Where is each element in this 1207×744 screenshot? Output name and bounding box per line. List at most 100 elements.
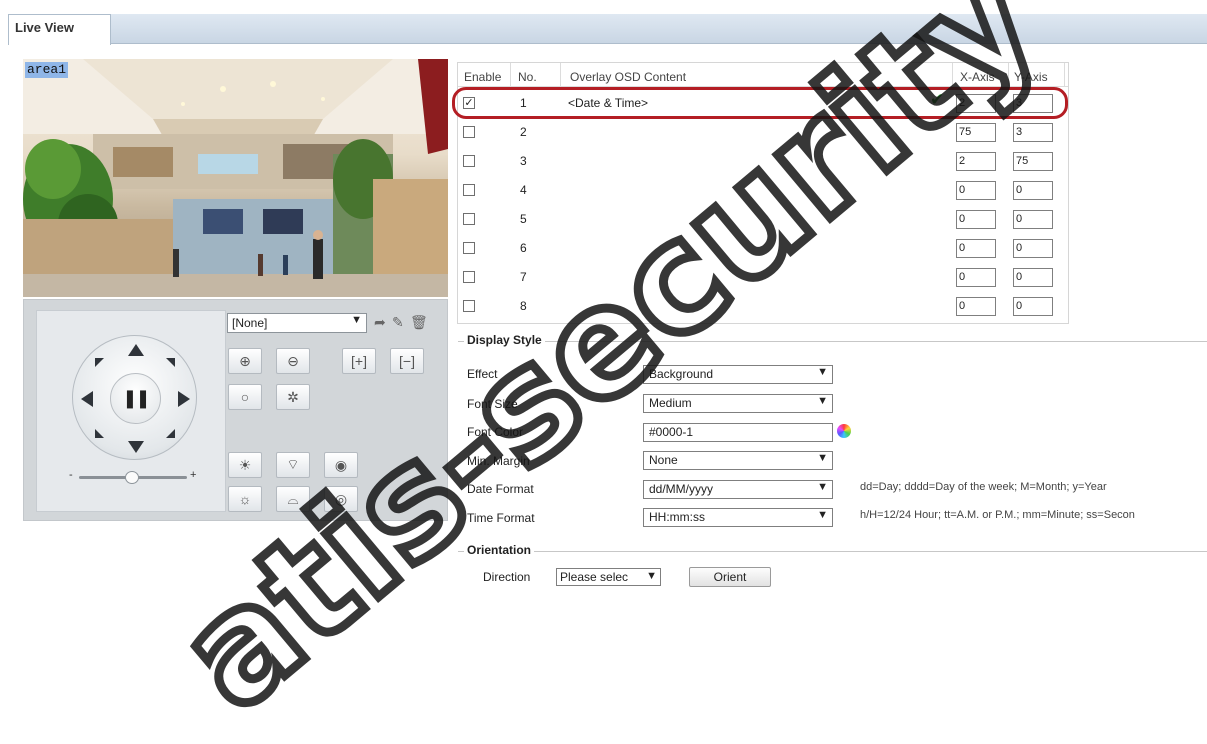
y-axis-input[interactable]: 0	[1013, 239, 1053, 258]
effect-label: Effect	[467, 367, 498, 381]
min-margin-select[interactable]: None ▼	[643, 451, 833, 470]
x-axis-input[interactable]: 0	[956, 268, 996, 287]
wiper-off-button[interactable]: ⌓	[276, 486, 310, 512]
direction-pad[interactable]: ❚❚	[72, 335, 197, 460]
light-off-button[interactable]: ☼	[228, 486, 262, 512]
delete-preset-icon[interactable]: 🗑	[410, 314, 428, 331]
chevron-down-icon: ▼	[351, 314, 362, 326]
row-number: 4	[520, 183, 527, 197]
header-enable: Enable	[464, 70, 502, 84]
zoom-minus-label: -	[69, 469, 73, 481]
pause-button[interactable]: ❚❚	[110, 373, 161, 424]
live-video-preview[interactable]: area1	[23, 59, 448, 297]
enable-checkbox[interactable]	[463, 184, 475, 196]
chevron-down-icon: ▼	[817, 452, 828, 464]
table-row: 6 0 0	[458, 233, 1068, 262]
zoom-out-icon: ⊖	[287, 352, 299, 369]
direction-select[interactable]: Please selec ▼	[556, 568, 661, 586]
heater-off-button[interactable]: ◎	[324, 486, 358, 512]
font-color-input[interactable]: #0000-1	[643, 423, 833, 442]
focus-far-icon: [−]	[399, 353, 415, 369]
orientation-legend: Orientation	[464, 543, 535, 557]
edit-preset-icon[interactable]: ✎	[392, 314, 404, 331]
arrow-down-icon[interactable]	[128, 441, 144, 453]
table-row: 8 0 0	[458, 291, 1068, 320]
y-axis-input[interactable]: 3	[1013, 123, 1053, 142]
wiper-on-button[interactable]: ⌔	[276, 452, 310, 478]
y-axis-input[interactable]: 0	[1013, 210, 1053, 229]
arrow-up-right-icon[interactable]	[166, 358, 175, 367]
y-axis-input[interactable]: 0	[1013, 297, 1053, 316]
arrow-right-icon[interactable]	[178, 391, 190, 407]
preset-select[interactable]: [None] ▼	[227, 313, 367, 333]
bulb-icon: ◉	[334, 456, 348, 473]
table-row: 4 0 0	[458, 175, 1068, 204]
x-axis-input[interactable]: 0	[956, 181, 996, 200]
row-number: 5	[520, 212, 527, 226]
enable-checkbox[interactable]	[463, 213, 475, 225]
direction-select-value: Please selec	[560, 570, 629, 584]
font-size-select[interactable]: Medium ▼	[643, 394, 833, 413]
enable-checkbox[interactable]	[463, 300, 475, 312]
zoom-out-button[interactable]: ⊖	[276, 348, 310, 374]
arrow-left-icon[interactable]	[81, 391, 93, 407]
focus-far-button[interactable]: [−]	[390, 348, 424, 374]
direction-label: Direction	[483, 570, 531, 584]
ptz-control-panel: ❚❚ - + [None] ▼ ➦ ✎ 🗑 ⊕ ⊖ [+] [−] ○ ✲ ☀ …	[23, 299, 448, 521]
x-axis-input[interactable]: 0	[956, 239, 996, 258]
arrow-down-left-icon[interactable]	[95, 429, 104, 438]
date-format-label: Date Format	[467, 482, 534, 496]
display-style-section: Display Style	[458, 333, 1207, 347]
arrow-down-right-icon[interactable]	[166, 429, 175, 438]
pause-icon: ❚❚	[122, 388, 150, 408]
light-on-button[interactable]: ☀	[228, 452, 262, 478]
time-format-select[interactable]: HH:mm:ss ▼	[643, 508, 833, 527]
orient-button[interactable]: Orient	[689, 567, 771, 587]
tab-live-view[interactable]: Live View	[8, 14, 111, 45]
iris-open-button[interactable]: ○	[228, 384, 262, 410]
y-axis-input[interactable]: 75	[1013, 152, 1053, 171]
call-preset-icon[interactable]: ➦	[374, 314, 386, 331]
enable-checkbox[interactable]: ✓	[463, 97, 475, 109]
heater-on-button[interactable]: ◉	[324, 452, 358, 478]
y-axis-input[interactable]: 0	[1013, 268, 1053, 287]
effect-select[interactable]: Background ▼	[643, 365, 833, 384]
y-axis-input[interactable]: 0	[1013, 181, 1053, 200]
row-number: 1	[520, 96, 527, 110]
row-number: 8	[520, 299, 527, 313]
zoom-in-button[interactable]: ⊕	[228, 348, 262, 374]
osd-content-value[interactable]: <Date & Time>	[568, 96, 648, 110]
enable-checkbox[interactable]	[463, 155, 475, 167]
header-y-axis: Y-Axis	[1014, 70, 1048, 84]
chevron-down-icon: ▼	[817, 509, 828, 521]
font-size-select-value: Medium	[649, 396, 692, 410]
enable-checkbox[interactable]	[463, 271, 475, 283]
time-format-select-value: HH:mm:ss	[649, 510, 705, 524]
min-margin-select-value: None	[649, 453, 678, 467]
display-style-legend: Display Style	[464, 333, 545, 347]
x-axis-input[interactable]: 0	[956, 210, 996, 229]
iris-open-icon: ○	[240, 389, 250, 405]
chevron-down-icon: ▼	[817, 395, 828, 407]
arrow-up-icon[interactable]	[128, 344, 144, 356]
speed-slider[interactable]	[79, 471, 187, 484]
color-picker-icon[interactable]	[837, 424, 851, 438]
enable-checkbox[interactable]	[463, 242, 475, 254]
focus-near-button[interactable]: [+]	[342, 348, 376, 374]
iris-close-button[interactable]: ✲	[276, 384, 310, 410]
table-row: ✓ 1 <Date & Time> ✔ 2 3	[458, 88, 1068, 117]
x-axis-input[interactable]: 2	[956, 94, 996, 113]
enable-checkbox[interactable]	[463, 126, 475, 138]
font-size-label: Font Size	[467, 397, 518, 411]
header-no: No.	[518, 70, 537, 84]
wiper-off-icon: ⌓	[287, 490, 299, 507]
x-axis-input[interactable]: 2	[956, 152, 996, 171]
chevron-down-icon: ▼	[817, 366, 828, 378]
x-axis-input[interactable]: 0	[956, 297, 996, 316]
date-format-select[interactable]: dd/MM/yyyy ▼	[643, 480, 833, 499]
arrow-up-left-icon[interactable]	[95, 358, 104, 367]
y-axis-input[interactable]: 3	[1013, 94, 1053, 113]
speed-slider-knob[interactable]	[125, 471, 139, 484]
x-axis-input[interactable]: 75	[956, 123, 996, 142]
time-format-hint: h/H=12/24 Hour; tt=A.M. or P.M.; mm=Minu…	[860, 509, 1135, 521]
